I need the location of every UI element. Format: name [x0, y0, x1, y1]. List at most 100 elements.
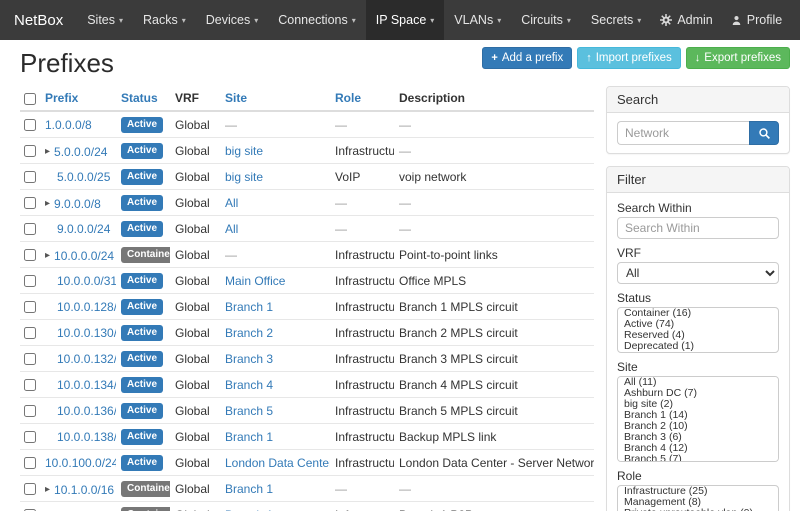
row-checkbox[interactable] — [24, 171, 36, 183]
column-header-prefix[interactable]: Prefix — [40, 86, 116, 111]
select-all-checkbox[interactable] — [24, 93, 36, 105]
row-checkbox[interactable] — [24, 223, 36, 235]
nav-item-profile[interactable]: Profile — [722, 0, 791, 40]
site-filter-list[interactable]: All (11)Ashburn DC (7)big site (2)Branch… — [617, 376, 779, 462]
expand-caret-icon[interactable]: ▸ — [45, 483, 50, 497]
vrf-select[interactable]: All — [617, 262, 779, 284]
status-badge: Active — [121, 117, 163, 133]
site-link[interactable]: big site — [225, 144, 263, 158]
role-cell: Infrastructure — [335, 274, 394, 288]
download-icon: ↓ — [695, 53, 701, 64]
role-cell: Infrastructure — [335, 248, 394, 262]
column-header-status[interactable]: Status — [116, 86, 170, 111]
site-link[interactable]: big site — [225, 170, 263, 184]
row-checkbox[interactable] — [24, 249, 36, 261]
site-link[interactable]: Branch 3 — [225, 352, 273, 366]
expand-caret-icon[interactable]: ▸ — [45, 197, 50, 211]
nav-user-menu: Admin Profile Log out — [651, 0, 800, 40]
site-link[interactable]: Branch 1 — [225, 430, 273, 444]
prefix-link[interactable]: 10.0.0.136/31 — [57, 404, 116, 418]
site-link[interactable]: Branch 4 — [225, 378, 273, 392]
role-filter-list[interactable]: Infrastructure (25)Management (8)Private… — [617, 485, 779, 511]
row-checkbox[interactable] — [24, 327, 36, 339]
row-checkbox[interactable] — [24, 275, 36, 287]
prefix-link[interactable]: 1.0.0.0/8 — [45, 118, 92, 132]
nav-item-admin[interactable]: Admin — [651, 0, 721, 40]
search-within-input[interactable] — [617, 217, 779, 239]
prefix-link[interactable]: 10.0.0.128/31 — [57, 300, 116, 314]
site-link[interactable]: Branch 1 — [225, 508, 273, 511]
button-label: Export prefixes — [704, 52, 781, 64]
status-badge: Active — [121, 377, 163, 393]
site-link[interactable]: Branch 5 — [225, 404, 273, 418]
nav-item-logout[interactable]: Log out — [791, 0, 800, 40]
status-badge: Active — [121, 221, 163, 237]
brand[interactable]: NetBox — [0, 0, 77, 40]
prefix-link[interactable]: 5.0.0.0/24 — [54, 145, 107, 159]
nav-item-connections[interactable]: Connections▾ — [268, 0, 366, 40]
prefix-link[interactable]: 5.0.0.0/25 — [57, 170, 110, 184]
prefix-link[interactable]: 10.0.0.130/31 — [57, 326, 116, 340]
row-checkbox[interactable] — [24, 379, 36, 391]
site-link[interactable]: Branch 1 — [225, 482, 273, 496]
role-cell: Infrastructure — [335, 378, 394, 392]
nav-item-vlans[interactable]: VLANs▾ — [444, 0, 511, 40]
prefix-link[interactable]: 9.0.0.0/8 — [54, 197, 101, 211]
filter-option[interactable]: Branch 5 (7) — [618, 454, 778, 462]
row-checkbox[interactable] — [24, 483, 36, 495]
site-link[interactable]: Main Office — [225, 274, 285, 288]
site-link[interactable]: Branch 1 — [225, 300, 273, 314]
expand-caret-icon[interactable]: ▸ — [45, 249, 50, 263]
prefix-link[interactable]: 10.0.0.134/31 — [57, 378, 116, 392]
add-prefix-button[interactable]: +Add a prefix — [482, 47, 572, 69]
nav-item-devices[interactable]: Devices▾ — [196, 0, 268, 40]
row-checkbox[interactable] — [24, 457, 36, 469]
nav-item-sites[interactable]: Sites▾ — [77, 0, 133, 40]
site-link[interactable]: All — [225, 222, 238, 236]
prefix-link[interactable]: 10.0.0.138/31 — [57, 430, 116, 444]
prefix-link[interactable]: 10.0.0.132/31 — [57, 352, 116, 366]
row-checkbox[interactable] — [24, 145, 36, 157]
status-badge: Active — [121, 403, 163, 419]
row-checkbox[interactable] — [24, 405, 36, 417]
row-checkbox[interactable] — [24, 301, 36, 313]
nav-item-secrets[interactable]: Secrets▾ — [581, 0, 651, 40]
chevron-down-icon: ▾ — [497, 16, 501, 25]
column-header-description[interactable]: Description — [394, 86, 594, 111]
expand-caret-icon[interactable]: ▸ — [45, 145, 50, 159]
export-prefixes-button[interactable]: ↓Export prefixes — [686, 47, 790, 69]
row-checkbox[interactable] — [24, 197, 36, 209]
nav-item-ip-space[interactable]: IP Space▾ — [366, 0, 445, 40]
search-panel-title: Search — [607, 87, 789, 113]
row-checkbox[interactable] — [24, 431, 36, 443]
search-button[interactable] — [749, 121, 779, 145]
nav-item-label: Secrets — [591, 13, 633, 27]
table-row: 10.0.0.134/31ActiveGlobalBranch 4Infrast… — [20, 372, 594, 398]
prefix-link[interactable]: 9.0.0.0/24 — [57, 222, 110, 236]
prefix-link[interactable]: 10.1.0.0/16 — [54, 483, 114, 497]
import-prefixes-button[interactable]: ↑Import prefixes — [577, 47, 681, 69]
nav-item-racks[interactable]: Racks▾ — [133, 0, 196, 40]
column-header-site[interactable]: Site — [220, 86, 330, 111]
status-badge: Container — [121, 507, 170, 511]
column-header-vrf[interactable]: VRF — [170, 86, 220, 111]
column-header-role[interactable]: Role — [330, 86, 394, 111]
role-cell: Infrastructure — [335, 508, 394, 511]
nav-item-label: Admin — [677, 13, 712, 27]
prefix-link[interactable]: 10.0.100.0/24 — [45, 456, 116, 470]
row-checkbox[interactable] — [24, 119, 36, 131]
search-input[interactable] — [617, 121, 749, 145]
prefix-link[interactable]: 10.0.0.0/31 — [57, 274, 116, 288]
row-checkbox[interactable] — [24, 353, 36, 365]
table-row: ▸10.1.0.0/24ContainerGlobalBranch 1Infra… — [20, 502, 594, 511]
description-cell: Point-to-point links — [399, 248, 498, 262]
user-icon — [731, 15, 742, 26]
site-link[interactable]: London Data Center — [225, 456, 330, 470]
site-link[interactable]: Branch 2 — [225, 326, 273, 340]
empty-dash: — — [399, 118, 411, 132]
nav-item-circuits[interactable]: Circuits▾ — [511, 0, 581, 40]
filter-option[interactable]: Deprecated (1) — [618, 341, 778, 352]
status-filter-list[interactable]: Container (16)Active (74)Reserved (4)Dep… — [617, 307, 779, 353]
prefix-link[interactable]: 10.0.0.0/24 — [54, 249, 114, 263]
site-link[interactable]: All — [225, 196, 238, 210]
